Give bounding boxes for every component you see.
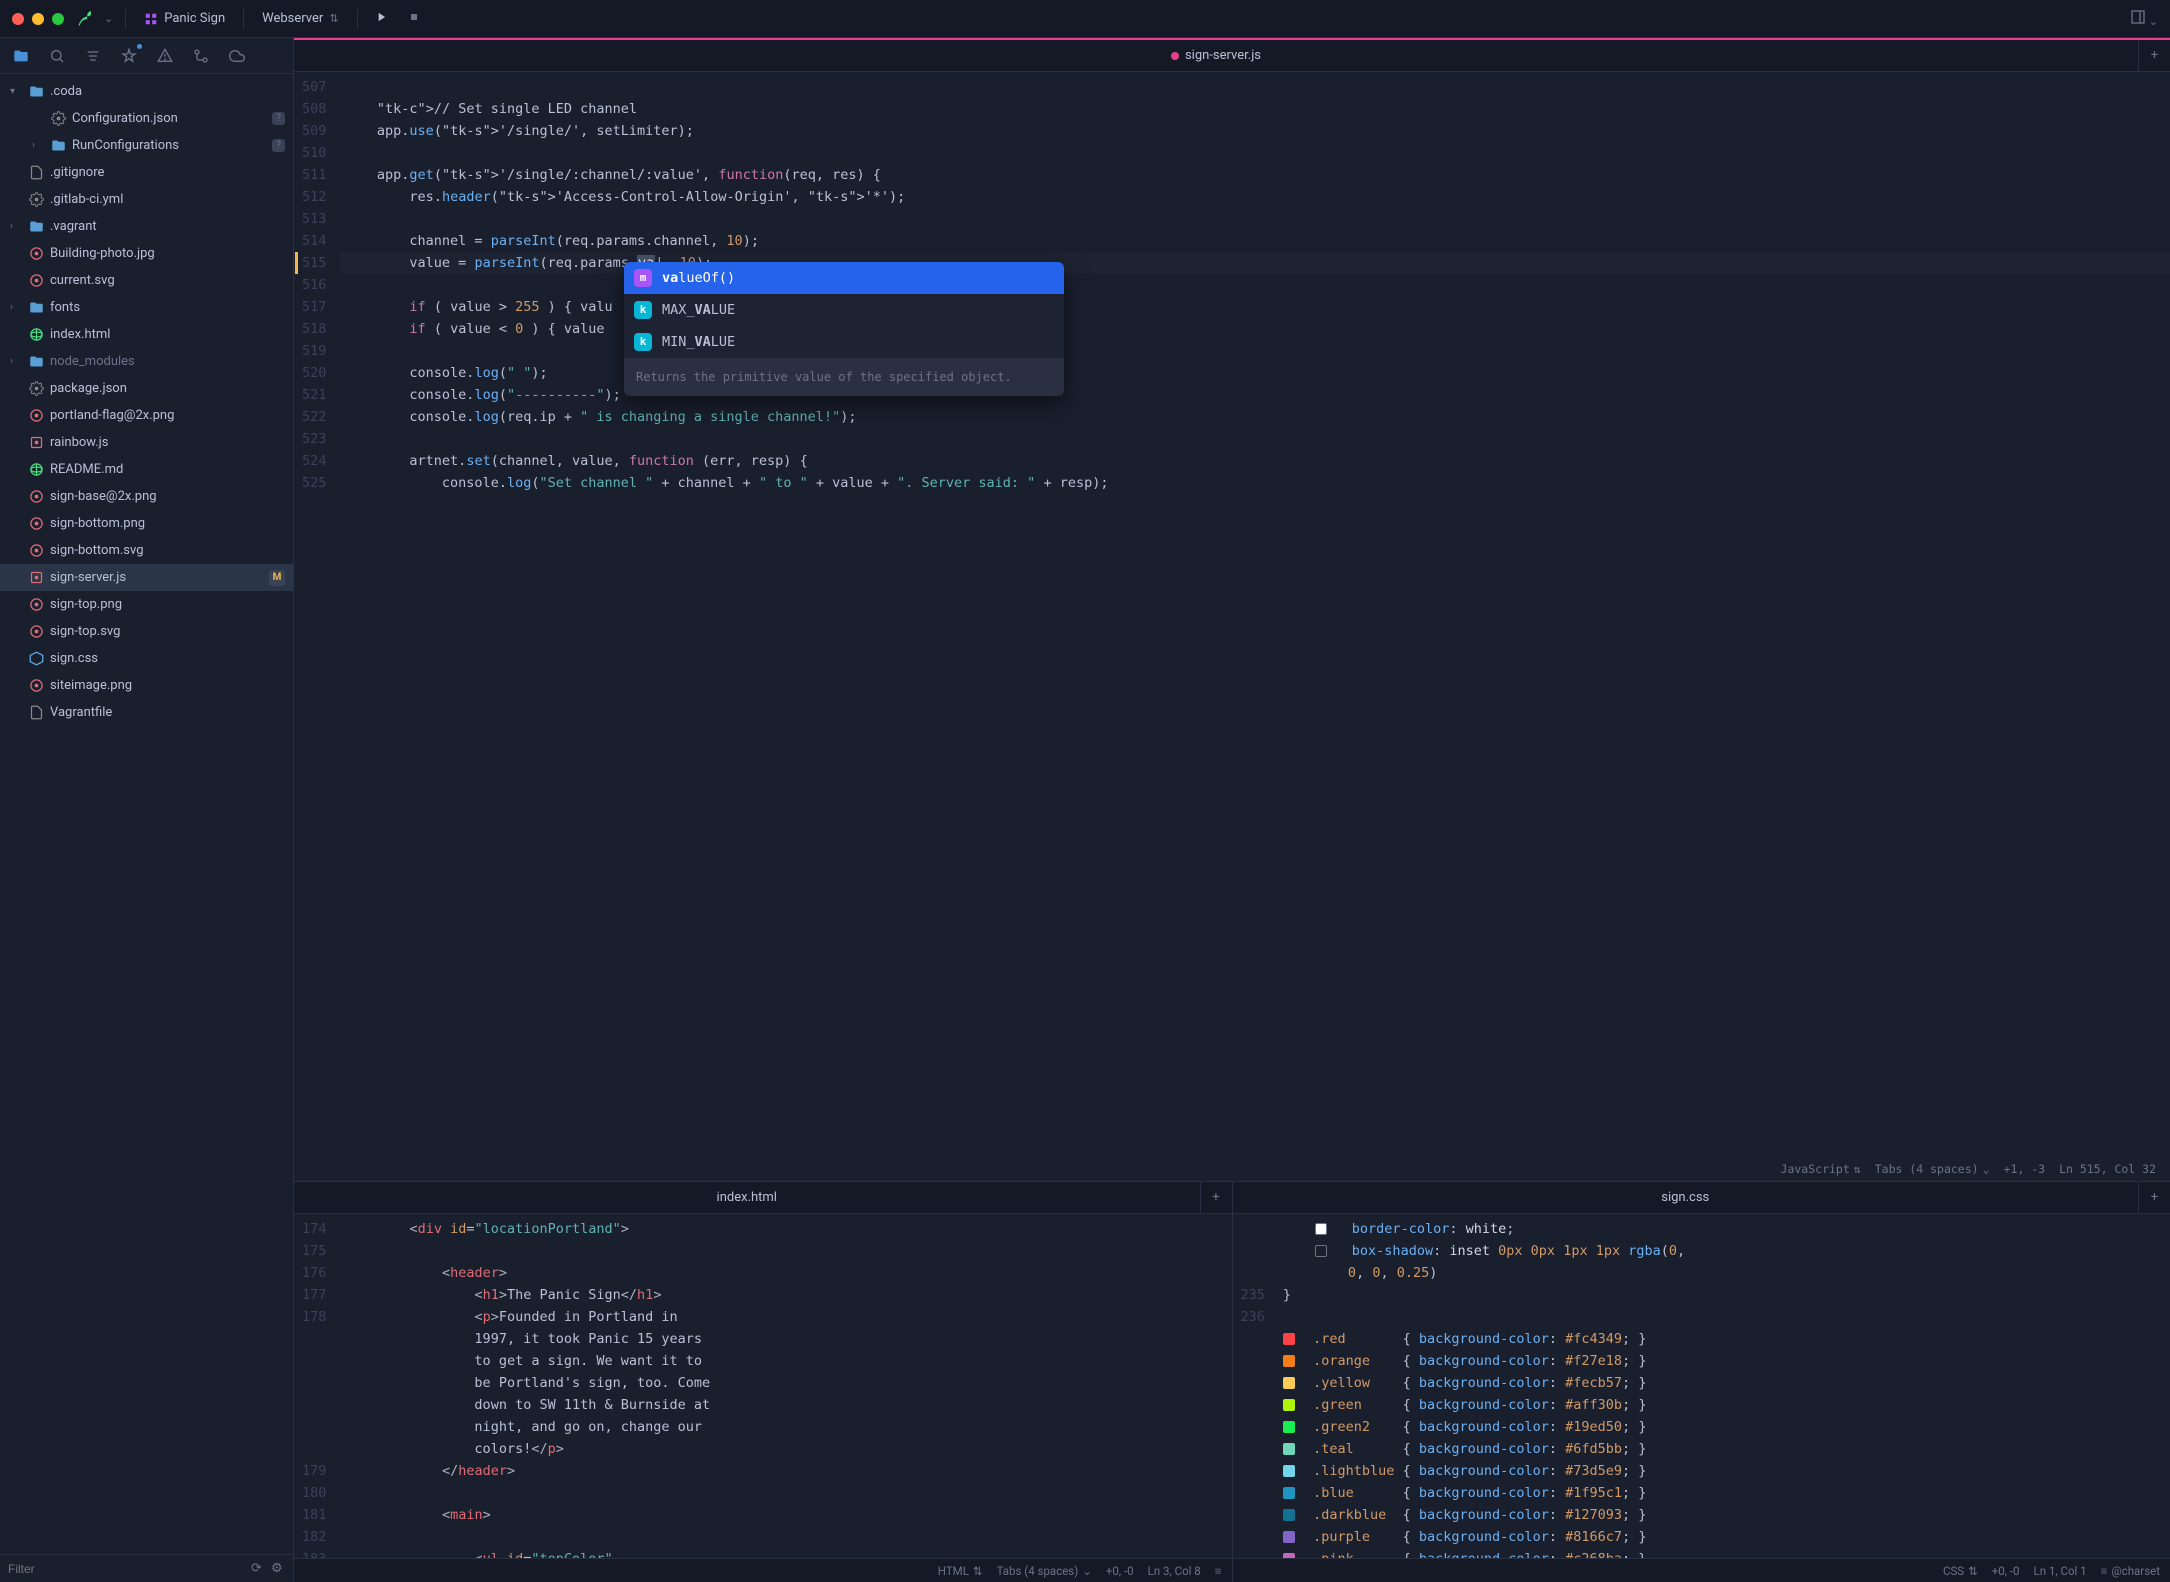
file-item[interactable]: current.svg <box>0 267 293 294</box>
status-lang[interactable]: HTML ⇅ <box>938 1564 983 1578</box>
tab-label: sign.css <box>1661 1190 1709 1205</box>
bottom-editors: index.html + 174175176177178 17918018118… <box>294 1182 2170 1582</box>
target-selector[interactable]: Webserver ⇅ <box>256 7 344 30</box>
status-diff: +0, -0 <box>1992 1564 2020 1578</box>
file-item[interactable]: sign-top.svg <box>0 618 293 645</box>
file-item[interactable]: sign.css <box>0 645 293 672</box>
folder-item[interactable]: ▾.coda <box>0 78 293 105</box>
status-pos[interactable]: Ln 1, Col 1 <box>2034 1564 2087 1578</box>
settings-icon[interactable]: ⚙ <box>271 1561 285 1576</box>
code-editor-bottom-right[interactable]: 235236 248 border-color: white; box-shad… <box>1233 1214 2170 1558</box>
file-item[interactable]: Vagrantfile <box>0 699 293 726</box>
file-item[interactable]: siteimage.png <box>0 672 293 699</box>
layout-button[interactable]: ⌄ <box>2130 9 2158 29</box>
file-item[interactable]: sign-server.jsM <box>0 564 293 591</box>
target-name: Webserver <box>262 11 323 26</box>
project-selector[interactable]: Panic Sign <box>138 7 231 30</box>
file-item[interactable]: portland-flag@2x.png <box>0 402 293 429</box>
file-item[interactable]: sign-top.png <box>0 591 293 618</box>
status-lang[interactable]: CSS ⇅ <box>1943 1564 1978 1578</box>
file-item[interactable]: README.md <box>0 456 293 483</box>
refresh-icon[interactable]: ⟳ <box>251 1561 265 1576</box>
status-symbol[interactable]: ≡ <box>1215 1564 1222 1578</box>
status-pos[interactable]: Ln 515, Col 32 <box>2059 1158 2156 1180</box>
close-window[interactable] <box>12 13 24 25</box>
run-button[interactable] <box>370 6 392 32</box>
clips-tab[interactable] <box>112 42 146 70</box>
files-tab[interactable] <box>4 42 38 70</box>
bottom-right-editor: sign.css + 235236 248 border-color: whit… <box>1233 1182 2170 1582</box>
autocomplete-popup: mvalueOf()kMAX_VALUEkMIN_VALUE Returns t… <box>624 262 1064 396</box>
status-pos[interactable]: Ln 3, Col 8 <box>1148 1564 1201 1578</box>
project-name: Panic Sign <box>164 11 225 26</box>
minimize-window[interactable] <box>32 13 44 25</box>
folder-item[interactable]: ›node_modules <box>0 348 293 375</box>
git-tab[interactable] <box>184 42 218 70</box>
bottom-right-status: CSS ⇅ +0, -0 Ln 1, Col 1 ≡ @charset <box>1233 1558 2170 1582</box>
tab-index-html[interactable]: index.html <box>294 1182 1200 1213</box>
tab-sign-server[interactable]: sign-server.js <box>294 40 2138 71</box>
zoom-window[interactable] <box>52 13 64 25</box>
issues-tab[interactable] <box>148 42 182 70</box>
chevron-updown-icon: ⇅ <box>329 12 338 25</box>
folder-item[interactable]: ›.vagrant <box>0 213 293 240</box>
top-status-bar: JavaScript ⇅ Tabs (4 spaces) ⌄ +1, -3 Ln… <box>1767 1157 2170 1181</box>
sidebar-toolbar <box>0 38 293 74</box>
symbols-tab[interactable] <box>76 42 110 70</box>
folder-item[interactable]: ›fonts <box>0 294 293 321</box>
autocomplete-item[interactable]: kMIN_VALUE <box>624 326 1064 358</box>
file-item[interactable]: index.html <box>0 321 293 348</box>
app-icon <box>76 11 92 27</box>
code-editor-top[interactable]: 5075085095105115125135145155165175185195… <box>294 72 2170 1181</box>
search-tab[interactable] <box>40 42 74 70</box>
tab-sign-css[interactable]: sign.css <box>1233 1182 2139 1213</box>
file-item[interactable]: Building-photo.jpg <box>0 240 293 267</box>
bottom-left-status: HTML ⇅ Tabs (4 spaces) ⌄ +0, -0 Ln 3, Co… <box>294 1558 1232 1582</box>
status-indent[interactable]: Tabs (4 spaces) ⌄ <box>1875 1158 1990 1180</box>
top-editor: sign-server.js + 50750850951051151251351… <box>294 38 2170 1182</box>
publish-tab[interactable] <box>220 42 254 70</box>
titlebar: ⌄ Panic Sign Webserver ⇅ ⌄ <box>0 0 2170 38</box>
window-controls <box>12 13 64 25</box>
dirty-indicator <box>1171 52 1179 60</box>
tab-label: index.html <box>717 1190 777 1205</box>
file-item[interactable]: sign-bottom.svg <box>0 537 293 564</box>
file-tree[interactable]: ▾.codaConfiguration.json?›RunConfigurati… <box>0 74 293 1554</box>
file-item[interactable]: sign-base@2x.png <box>0 483 293 510</box>
status-symbol[interactable]: ≡ @charset <box>2101 1564 2160 1578</box>
add-tab-button[interactable]: + <box>2138 1182 2170 1213</box>
top-tab-bar: sign-server.js + <box>294 40 2170 72</box>
add-tab-button[interactable]: + <box>2138 40 2170 71</box>
status-indent[interactable]: Tabs (4 spaces) ⌄ <box>997 1564 1092 1578</box>
file-item[interactable]: package.json <box>0 375 293 402</box>
tab-label: sign-server.js <box>1185 48 1261 63</box>
code-editor-bottom-left[interactable]: 174175176177178 179180181182183 <div id=… <box>294 1214 1232 1558</box>
file-item[interactable]: rainbow.js <box>0 429 293 456</box>
autocomplete-hint: Returns the primitive value of the speci… <box>624 358 1064 396</box>
file-item[interactable]: sign-bottom.png <box>0 510 293 537</box>
file-item[interactable]: .gitlab-ci.yml <box>0 186 293 213</box>
bottom-left-editor: index.html + 174175176177178 17918018118… <box>294 1182 1233 1582</box>
filter-bar: ⟳ ⚙ <box>0 1554 293 1582</box>
autocomplete-item[interactable]: mvalueOf() <box>624 262 1064 294</box>
editor-area: sign-server.js + 50750850951051151251351… <box>294 38 2170 1582</box>
sidebar: ▾.codaConfiguration.json?›RunConfigurati… <box>0 38 294 1582</box>
status-diff: +1, -3 <box>2004 1158 2046 1180</box>
status-diff: +0, -0 <box>1106 1564 1134 1578</box>
add-tab-button[interactable]: + <box>1200 1182 1232 1213</box>
chevron-down-icon[interactable]: ⌄ <box>104 12 113 25</box>
file-item[interactable]: .gitignore <box>0 159 293 186</box>
folder-item[interactable]: ›RunConfigurations? <box>0 132 293 159</box>
autocomplete-item[interactable]: kMAX_VALUE <box>624 294 1064 326</box>
status-lang[interactable]: JavaScript ⇅ <box>1781 1158 1861 1180</box>
filter-input[interactable] <box>8 1562 245 1576</box>
file-item[interactable]: Configuration.json? <box>0 105 293 132</box>
stop-button[interactable] <box>404 7 424 31</box>
